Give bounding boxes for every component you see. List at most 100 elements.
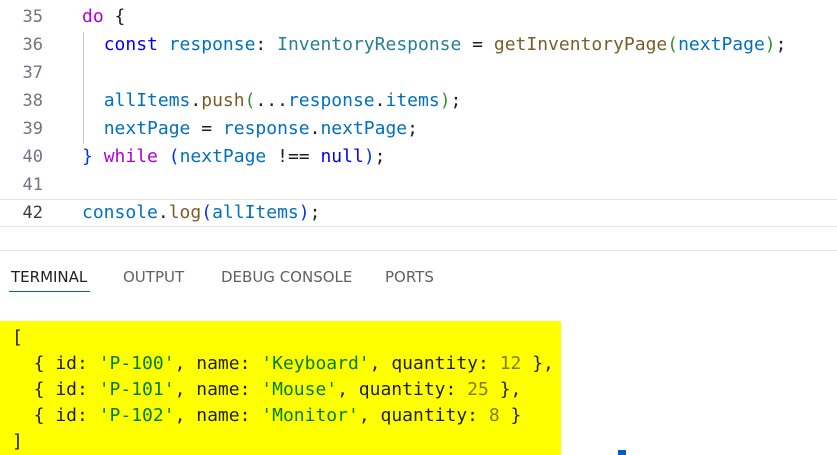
terminal-line: ] [12, 429, 23, 455]
code-token: items [385, 90, 440, 111]
line-number: 41 [22, 175, 43, 195]
terminal-token: 8 [488, 405, 500, 426]
tab-terminal[interactable]: TERMINAL [11, 268, 87, 286]
code-token: = [190, 118, 223, 139]
terminal-token: 'P-102' [98, 405, 175, 426]
code-token: allItems [103, 90, 191, 111]
code-token: push [201, 90, 245, 111]
line-number: 35 [22, 7, 43, 27]
terminal-line: [ [12, 325, 23, 351]
tab-debug-console[interactable]: DEBUG CONSOLE [221, 268, 352, 286]
tab-ports[interactable]: PORTS [385, 268, 434, 286]
terminal-token: 'Mouse' [261, 379, 338, 400]
code-token: allItems [212, 202, 299, 223]
code-token: ; [309, 202, 321, 223]
terminal-token: 'Keyboard' [261, 353, 370, 374]
code-editor[interactable]: 35 do {36 const response: InventoryRespon… [0, 0, 837, 250]
code-token: : [255, 34, 278, 55]
terminal-line: { id: 'P-101', name: 'Mouse', quantity: … [12, 377, 522, 403]
code-token: ) [764, 34, 776, 55]
line-number: 38 [22, 91, 43, 111]
code-token: ) [439, 90, 451, 111]
terminal-token: { id: [12, 353, 99, 374]
terminal-output[interactable]: [ { id: 'P-100', name: 'Keyboard', quant… [0, 321, 561, 455]
code-token: ( [168, 146, 180, 167]
bottom-panel: TERMINAL OUTPUT DEBUG CONSOLE PORTS [ { … [0, 250, 837, 455]
code-token: response [168, 34, 256, 55]
code-token: ( [244, 90, 256, 111]
code-token: nextPage [103, 118, 191, 139]
terminal-token: ] [12, 431, 23, 452]
terminal-token: } [499, 405, 522, 426]
terminal-token: [ [12, 327, 23, 348]
line-number: 37 [22, 63, 43, 83]
line-number: 36 [22, 35, 43, 55]
code-token: ; [775, 34, 787, 55]
code-token: } [82, 146, 93, 167]
code-token: log [168, 202, 202, 223]
code-token: . [190, 90, 202, 111]
code-token: . [157, 202, 169, 223]
tab-output[interactable]: OUTPUT [123, 268, 184, 286]
terminal-token: { id: [12, 405, 99, 426]
panel-tabs: TERMINAL OUTPUT DEBUG CONSOLE PORTS [0, 251, 837, 299]
code-text: const response: InventoryResponse = getI… [82, 31, 787, 59]
code-token: ( [201, 202, 213, 223]
code-text: nextPage = response.nextPage; [82, 115, 418, 143]
code-text: do { [82, 3, 125, 31]
terminal-token: , quantity: [369, 353, 500, 374]
code-token: . [309, 118, 321, 139]
terminal-token: , quantity: [337, 379, 468, 400]
code-line[interactable]: 36 const response: InventoryResponse = g… [0, 31, 837, 59]
code-token: ) [298, 202, 310, 223]
code-token: while [103, 146, 158, 167]
terminal-line: { id: 'P-102', name: 'Monitor', quantity… [12, 403, 522, 429]
terminal-token: 'P-101' [98, 379, 175, 400]
code-token: ... [255, 90, 288, 111]
code-token: const [103, 34, 158, 55]
code-text: allItems.push(...response.items); [82, 87, 462, 115]
code-line[interactable]: 39 nextPage = response.nextPage; [0, 115, 837, 143]
terminal-token: , name: [174, 405, 262, 426]
code-line[interactable]: 40 } while (nextPage !== null); [0, 143, 837, 171]
code-token: console [82, 202, 158, 223]
line-number: 40 [22, 147, 43, 167]
code-token: !== [266, 146, 321, 167]
code-line[interactable]: 42 console.log(allItems); [0, 199, 837, 227]
terminal-token: 'Monitor' [261, 405, 359, 426]
terminal-token: }, [521, 353, 554, 374]
terminal-token: }, [488, 379, 522, 400]
terminal-token: 12 [499, 353, 522, 374]
code-token: nextPage [320, 118, 408, 139]
terminal-token: 'P-100' [98, 353, 175, 374]
code-token: ; [450, 90, 462, 111]
terminal-token: , name: [174, 353, 262, 374]
code-line[interactable]: 41 [0, 171, 837, 199]
code-text: } while (nextPage !== null); [82, 143, 386, 171]
terminal-token: 25 [467, 379, 489, 400]
active-tab-indicator [9, 291, 90, 292]
code-token: . [374, 90, 386, 111]
code-token: do [82, 6, 104, 27]
code-text: console.log(allItems); [82, 200, 320, 226]
terminal-line: { id: 'P-100', name: 'Keyboard', quantit… [12, 351, 554, 377]
code-line[interactable]: 38 allItems.push(...response.items); [0, 87, 837, 115]
code-token: ) [363, 146, 375, 167]
terminal-token: { id: [12, 379, 99, 400]
code-token: response [287, 90, 375, 111]
line-number: 42 [22, 203, 43, 223]
code-token: nextPage [678, 34, 765, 55]
terminal-token: , name: [174, 379, 262, 400]
code-token: { [103, 6, 126, 27]
code-line[interactable]: 37 [0, 59, 837, 87]
code-token: = [461, 34, 494, 55]
code-token: getInventoryPage [493, 34, 668, 55]
terminal-token: , quantity: [358, 405, 489, 426]
code-line[interactable]: 35 do { [0, 3, 837, 31]
code-token: ( [667, 34, 679, 55]
